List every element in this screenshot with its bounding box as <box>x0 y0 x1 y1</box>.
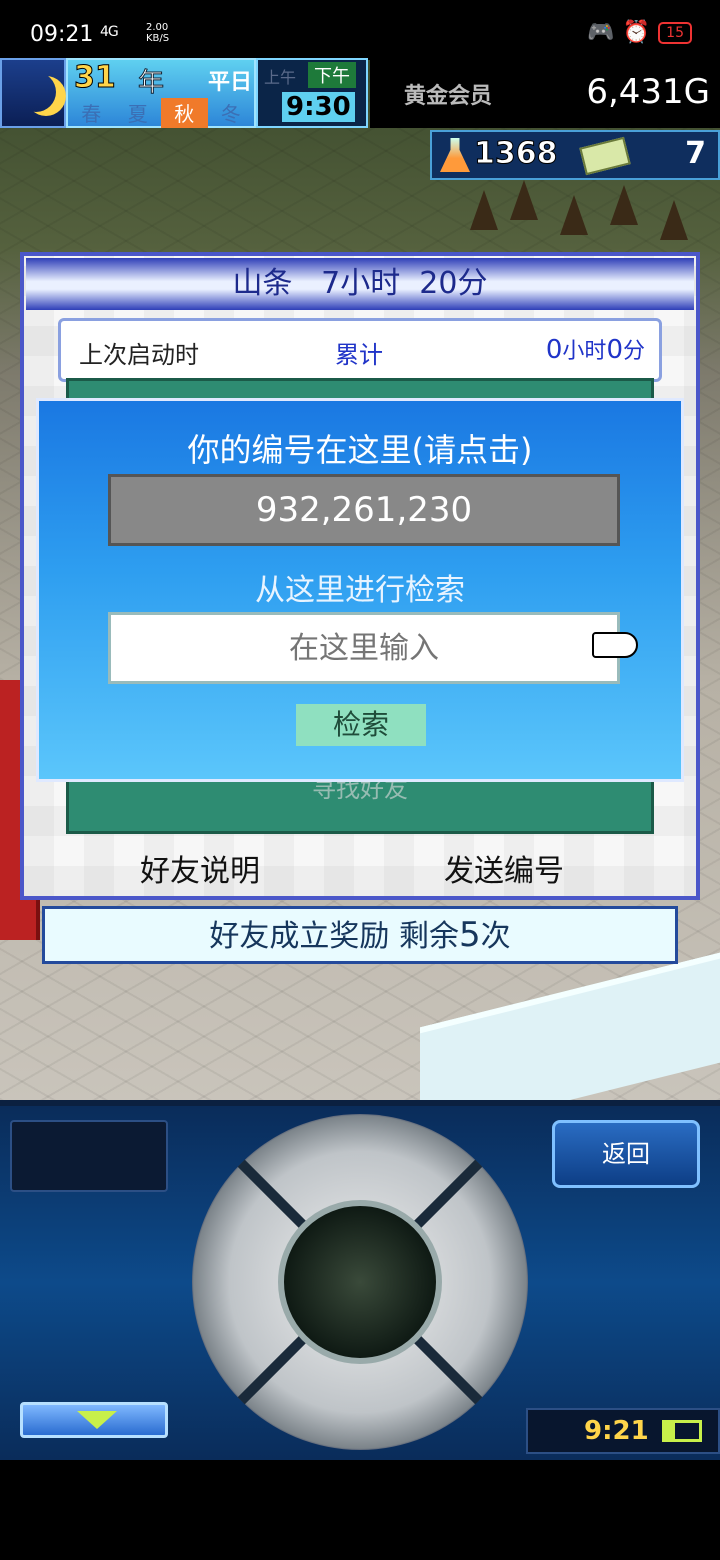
chevron-down-icon <box>77 1411 117 1429</box>
tree-icon <box>660 200 688 240</box>
season-winter: 冬 <box>220 102 241 126</box>
season-row: 春 夏 秋 冬 <box>68 98 254 128</box>
play-hours: 7 <box>321 266 341 301</box>
minutes-unit: 分 <box>457 266 488 301</box>
flask-icon <box>440 138 470 172</box>
network-indicator: 4G <box>100 24 119 40</box>
bonus-count: 5 <box>458 915 481 955</box>
search-title: 从这里进行检索 <box>255 573 465 608</box>
search-input[interactable] <box>108 612 620 684</box>
tree-icon <box>610 185 638 225</box>
gold-amount: 6,431G <box>586 72 710 112</box>
tree-icon <box>510 180 538 220</box>
clock-time: 9:30 <box>282 92 355 122</box>
night-moon-icon <box>0 58 66 128</box>
speed-unit: KB/S <box>146 33 170 44</box>
tree-icon <box>560 195 588 235</box>
send-id-button[interactable]: 发送编号 <box>444 846 564 890</box>
bonus-text: 好友成立奖励 剩余 <box>209 919 459 954</box>
status-bar: 09:21 4G 2.00 KB/S 🎮 ⏰ 15 <box>0 0 720 60</box>
last-launch-label: 上次启动时 <box>79 341 199 369</box>
search-button[interactable]: 检索 <box>296 704 426 746</box>
down-arrow-button[interactable] <box>20 1402 168 1438</box>
day-type: 平日 <box>208 70 253 95</box>
back-button[interactable]: 返回 <box>552 1120 700 1188</box>
ticket-icon <box>579 136 631 176</box>
total-minutes-unit: 分 <box>622 339 645 364</box>
dialog-title[interactable]: 你的编号在这里(请点击) <box>39 425 681 471</box>
dpad-center-button[interactable] <box>278 1200 442 1364</box>
total-hours: 0 <box>545 335 563 365</box>
friend-explain-button[interactable]: 好友说明 <box>140 846 260 890</box>
total-minutes: 0 <box>606 335 623 365</box>
season-spring: 春 <box>81 102 102 126</box>
status-time: 09:21 <box>30 22 94 47</box>
total-label: 累计 <box>335 341 383 369</box>
pointing-hand-icon <box>592 632 638 658</box>
left-action-button[interactable] <box>10 1120 168 1192</box>
bottom-bar <box>0 1460 720 1560</box>
season-summer: 夏 <box>127 102 148 126</box>
friend-bonus-bar: 好友成立奖励 剩余5次 <box>42 906 678 964</box>
year-number: 31 <box>74 60 117 96</box>
hours-unit: 小时 <box>340 266 401 301</box>
tree-icon <box>470 190 498 230</box>
network-speed: 2.00 KB/S <box>146 22 169 44</box>
mini-clock-time: 9:21 <box>584 1416 649 1446</box>
moon-shape <box>16 72 56 112</box>
gold-panel: 黄金会员 6,431G <box>370 58 720 128</box>
info-row: 上次启动时 累计 0小时0分 <box>58 318 662 382</box>
member-label: 黄金会员 <box>404 84 493 109</box>
resource-panel: 1368 7 <box>430 130 720 180</box>
game-controller-icon: 🎮 <box>587 20 615 45</box>
total-time: 0小时0分 <box>546 333 645 365</box>
panel-header: 山条 7小时 20分 <box>26 258 694 310</box>
game-clock: 上午 下午 9:30 <box>256 58 368 128</box>
alarm-icon: ⏰ <box>622 20 651 45</box>
pm-label: 下午 <box>308 62 356 88</box>
speed-value: 2.00 <box>146 22 169 33</box>
ticket-count: 7 <box>685 136 706 171</box>
battery-icon: 15 <box>658 21 692 44</box>
am-label: 上午 <box>264 68 297 87</box>
play-minutes: 20 <box>419 266 458 301</box>
year-label: 年 <box>137 68 165 99</box>
season-autumn-active: 秋 <box>161 98 208 128</box>
research-points: 1368 <box>474 136 558 172</box>
player-id-display[interactable]: 932,261,230 <box>108 474 620 546</box>
bonus-unit: 次 <box>480 919 511 954</box>
total-hours-unit: 小时 <box>562 339 607 364</box>
player-name: 山条 <box>232 266 293 301</box>
date-panel: 31 年 平日 春 夏 秋 冬 <box>66 58 256 128</box>
battery-icon <box>662 1420 702 1442</box>
mini-clock-panel: 9:21 <box>526 1408 720 1454</box>
